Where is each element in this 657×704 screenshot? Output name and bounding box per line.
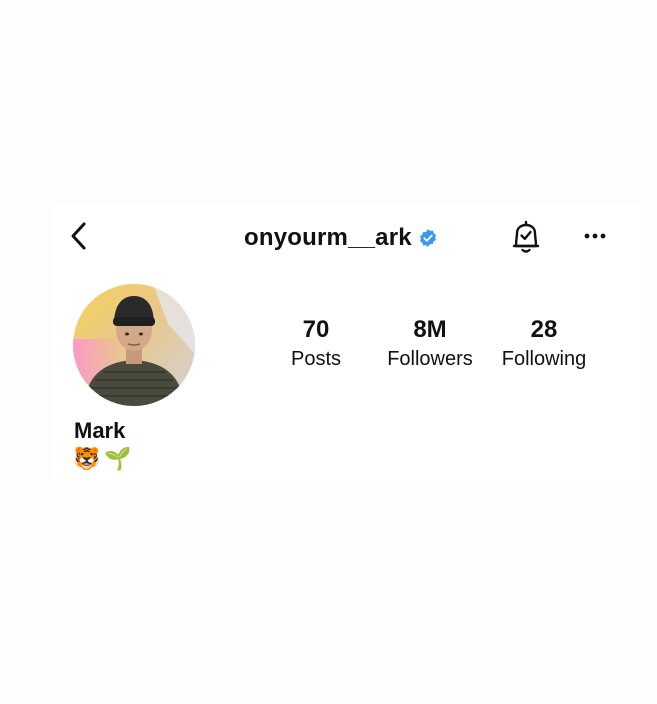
followers-label: Followers <box>387 348 473 370</box>
posts-label: Posts <box>290 348 342 370</box>
verified-badge-icon <box>419 229 436 247</box>
notifications-button[interactable] <box>510 219 542 255</box>
chevron-left-icon <box>71 222 86 250</box>
profile-display-name: Mark <box>74 418 126 443</box>
profile-avatar[interactable] <box>73 284 195 406</box>
followers-count: 8M <box>413 316 447 343</box>
following-count: 28 <box>530 316 558 343</box>
back-button[interactable] <box>66 220 94 252</box>
profile-header-title: onyourm__ark <box>244 222 438 254</box>
more-horizontal-icon <box>584 233 606 239</box>
posts-stat[interactable]: 70 Posts <box>280 316 352 372</box>
avatar-photo <box>73 284 195 406</box>
notification-bell-icon <box>512 220 540 253</box>
profile-bio: 🐯🌱 <box>73 447 136 472</box>
followers-stat[interactable]: 8M Followers <box>378 316 482 372</box>
profile-stats: 70 Posts 8M Followers 28 Following <box>280 316 600 386</box>
more-options-button[interactable] <box>580 226 610 246</box>
posts-count: 70 <box>302 316 330 343</box>
following-stat[interactable]: 28 Following <box>492 316 596 372</box>
following-label: Following <box>501 348 587 370</box>
username: onyourm__ark <box>244 224 412 251</box>
